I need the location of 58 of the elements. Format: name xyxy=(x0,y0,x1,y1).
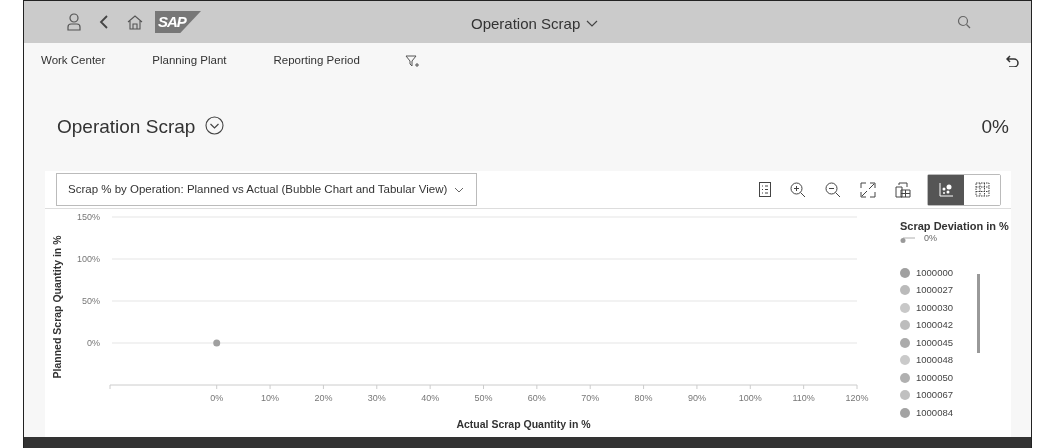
back-icon[interactable] xyxy=(99,15,109,29)
legend-label[interactable]: 1000050 xyxy=(916,370,953,385)
user-icon[interactable] xyxy=(67,13,81,31)
legend-label[interactable]: 1000084 xyxy=(916,405,953,420)
export-table-icon[interactable] xyxy=(895,181,911,198)
legend-size-label: 0% xyxy=(924,232,937,245)
legend-label[interactable]: 1000067 xyxy=(916,388,953,403)
axis-tick-label: 60% xyxy=(527,393,546,403)
chart-view-button[interactable] xyxy=(928,174,964,205)
fullscreen-icon[interactable] xyxy=(860,181,876,198)
legend-title: Scrap Deviation in % xyxy=(900,219,1010,234)
filter-link[interactable]: Reporting Period xyxy=(273,52,360,70)
axis-tick-label: 110% xyxy=(792,393,815,403)
legend-icon[interactable] xyxy=(759,182,771,197)
filter-add-icon[interactable] xyxy=(404,54,419,68)
filter-link[interactable]: Work Center xyxy=(41,52,106,70)
axis-tick-label: 50% xyxy=(82,296,100,306)
axis-tick-label: 120% xyxy=(845,393,869,403)
axis-tick-label: 70% xyxy=(581,393,600,403)
home-icon[interactable] xyxy=(127,14,143,30)
bubble-size-icon xyxy=(900,237,915,244)
undo-icon[interactable] xyxy=(1006,55,1019,67)
axis-tick-label: 100% xyxy=(738,393,762,403)
zoom-out-icon[interactable] xyxy=(825,181,841,198)
bubble-chart-icon xyxy=(938,182,954,197)
scrollbar[interactable] xyxy=(977,274,980,353)
axis-tick-label: 90% xyxy=(687,393,706,403)
chevron-down-circle-icon[interactable] xyxy=(205,116,225,135)
axis-tick-label: 0% xyxy=(210,393,224,403)
legend-label[interactable]: 1000027 xyxy=(916,283,953,298)
axis-title: Planned Scrap Quantity in % xyxy=(51,235,63,379)
axis-tick-label: 40% xyxy=(421,393,440,403)
axis-tick-label: 30% xyxy=(367,393,386,403)
legend-label[interactable]: 1000000 xyxy=(916,265,953,280)
axis-tick-label: 150% xyxy=(76,212,100,222)
legend-label[interactable]: 1000045 xyxy=(916,335,953,350)
axis-tick-label: 0% xyxy=(87,338,100,348)
data-point[interactable] xyxy=(213,339,221,347)
legend-label[interactable]: 1000042 xyxy=(916,318,953,333)
kpi-value: 0% xyxy=(981,115,1009,139)
table-icon xyxy=(974,182,990,197)
search-icon[interactable] xyxy=(957,15,971,29)
axis-title: Actual Scrap Quantity in % xyxy=(456,418,591,430)
axis-tick-label: 100% xyxy=(76,254,100,264)
axis-tick-label: 10% xyxy=(261,393,280,403)
filter-link[interactable]: Planning Plant xyxy=(152,52,227,70)
app-title-menu[interactable]: Operation Scrap xyxy=(471,13,599,36)
logo[interactable]: SAP xyxy=(155,11,201,33)
axis-tick-label: 80% xyxy=(634,393,653,403)
axis-tick-label: 50% xyxy=(474,393,493,403)
legend-label[interactable]: 1000030 xyxy=(916,300,953,315)
view-dropdown[interactable]: Scrap % by Operation: Planned vs Actual (Bubble Chart and Tabular View) xyxy=(56,173,477,206)
page-title: Operation Scrap xyxy=(57,115,196,139)
chevron-down-icon xyxy=(586,20,599,29)
axis-tick-label: 20% xyxy=(314,393,333,403)
zoom-in-icon[interactable] xyxy=(790,181,806,198)
legend-label[interactable]: 1000048 xyxy=(916,353,953,368)
chevron-down-icon xyxy=(454,186,464,193)
